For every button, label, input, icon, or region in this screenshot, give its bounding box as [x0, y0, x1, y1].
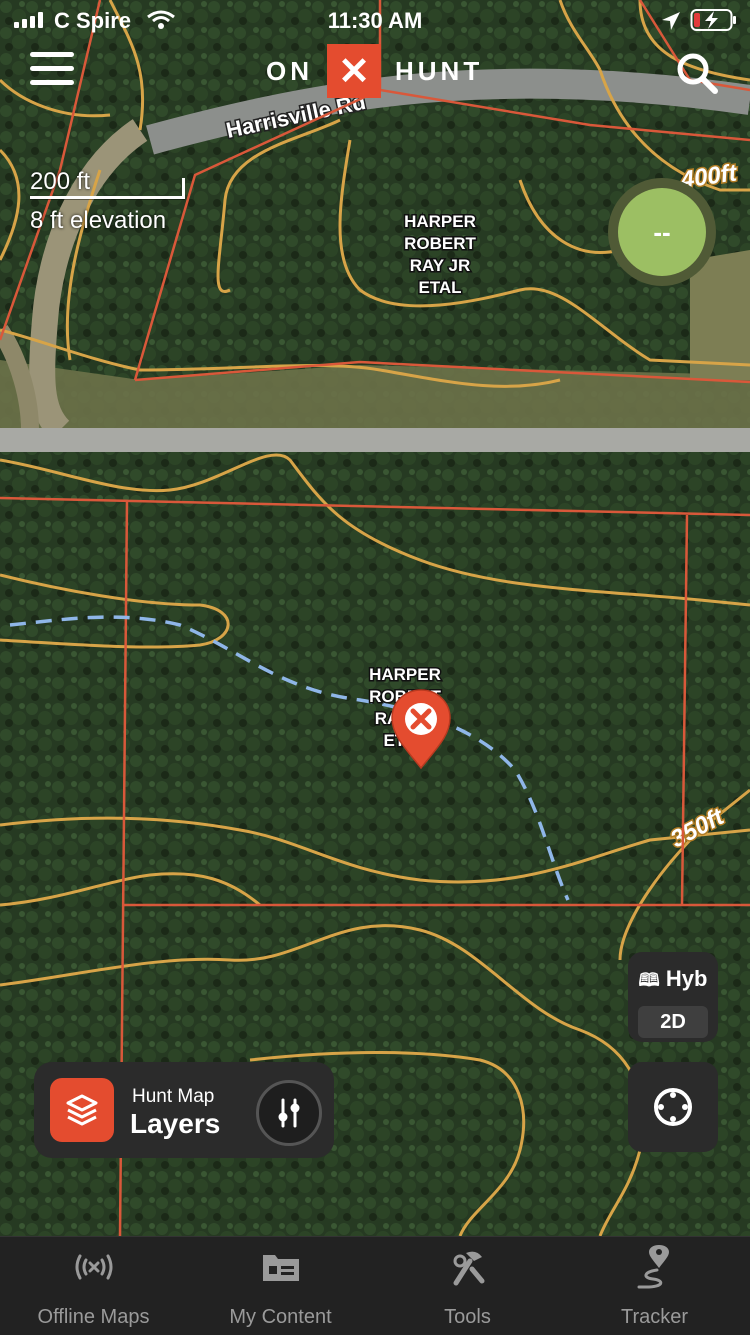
- tab-my-content-label: My Content: [229, 1306, 332, 1328]
- clock: 11:30 AM: [327, 8, 423, 33]
- scale-elevation: 8 ft elevation: [30, 207, 167, 234]
- offline-signal-icon: [75, 1254, 112, 1280]
- tab-tools[interactable]: Tools: [374, 1237, 561, 1335]
- onx-hunt-logo: ON ✕ HUNT: [266, 44, 483, 98]
- tab-offline-maps-label: Offline Maps: [37, 1306, 150, 1328]
- tab-offline-maps[interactable]: Offline Maps: [0, 1237, 187, 1335]
- map-style-value: Hyb: [665, 966, 708, 991]
- tab-tracker-label: Tracker: [620, 1306, 689, 1328]
- top-app-bar: ON ✕ HUNT: [0, 40, 750, 104]
- folder-icon: [262, 1255, 299, 1281]
- battery-icon: [690, 9, 736, 31]
- paved-road: [0, 428, 750, 452]
- gps-reading: --: [618, 188, 706, 276]
- hamburger-menu-button[interactable]: [30, 52, 74, 92]
- tab-tools-label: Tools: [444, 1306, 491, 1328]
- map-mode-button[interactable]: 🕮 Hyb 2D: [628, 952, 718, 1042]
- status-bar: C Spire 11:30 AM: [0, 0, 750, 40]
- layer-settings-sliders-icon[interactable]: [256, 1080, 322, 1146]
- hunt-map-layers-button[interactable]: Hunt Map Layers: [34, 1062, 334, 1158]
- layers-icon: [50, 1078, 114, 1142]
- map-scale: 200 ft 8 ft elevation: [30, 168, 185, 235]
- parcel-label-1-line-3: RAY JR: [410, 256, 470, 275]
- parcel-label-1-line-1: HARPER: [404, 212, 476, 231]
- map-book-icon: 🕮: [638, 970, 660, 990]
- map-view-2d[interactable]: 2D: [638, 1006, 708, 1038]
- layers-title: Layers: [130, 1108, 221, 1139]
- compass-icon: [654, 1088, 692, 1126]
- layers-subtitle: Hunt Map: [132, 1086, 215, 1107]
- logo-hunt-text: HUNT: [395, 55, 484, 86]
- parcel-label-1-line-4: ETAL: [418, 278, 461, 297]
- search-icon[interactable]: [674, 50, 720, 96]
- location-services-icon: [662, 12, 680, 30]
- logo-on-text: ON: [266, 55, 313, 86]
- tracker-icon: [637, 1245, 669, 1289]
- tools-icon: [453, 1251, 484, 1286]
- parcel-label-2-line-1: HARPER: [369, 665, 441, 684]
- tab-tracker[interactable]: Tracker: [561, 1237, 748, 1335]
- tab-my-content[interactable]: My Content: [187, 1237, 374, 1335]
- logo-x-mark: ✕: [327, 44, 381, 98]
- map-style-label: 🕮 Hyb: [628, 966, 718, 998]
- bottom-tab-bar: Offline Maps My Content Tools Tracker: [0, 1236, 750, 1335]
- location-compass-button[interactable]: [628, 1062, 718, 1152]
- parcel-label-1-line-2: ROBERT: [404, 234, 476, 253]
- gps-elevation-button[interactable]: --: [608, 178, 716, 286]
